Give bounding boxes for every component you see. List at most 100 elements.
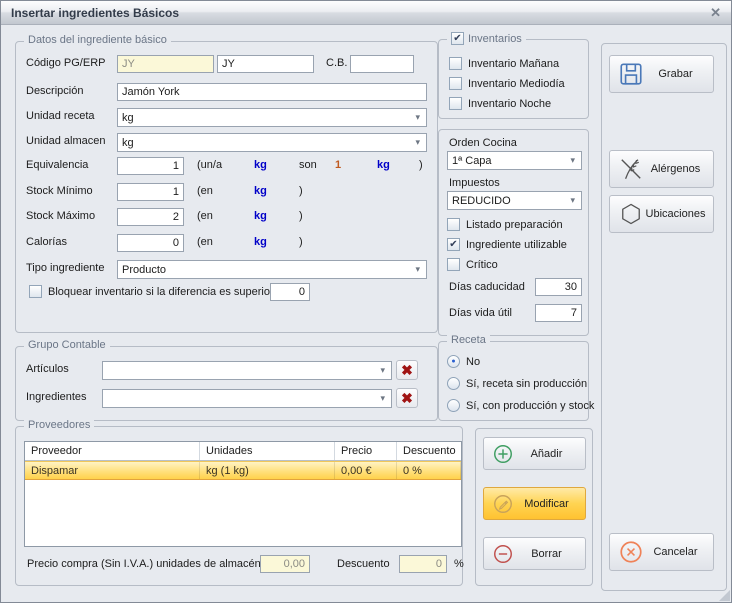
resize-grip[interactable] xyxy=(719,590,730,601)
group-inventarios: ✔ Inventarios Inventario Mañana Inventar… xyxy=(438,39,589,119)
articulos-clear-button[interactable]: ✖ xyxy=(396,360,418,380)
dias-vida-util-input[interactable]: 7 xyxy=(535,304,582,322)
ingredientes-select[interactable]: ▾ xyxy=(102,389,392,408)
tipo-ingrediente-select[interactable]: Producto ▾ xyxy=(117,260,427,279)
panel-proveedor-actions: Añadir Modificar Borrar xyxy=(475,428,593,586)
ingredientes-clear-button[interactable]: ✖ xyxy=(396,388,418,408)
stock-min-input[interactable]: 1 xyxy=(117,183,184,201)
group-contable-legend: Grupo Contable xyxy=(24,339,110,351)
unidad-receta-select[interactable]: kg ▾ xyxy=(117,108,427,127)
inventario-mediodia-label: Inventario Mediodía xyxy=(468,78,565,90)
articulos-select[interactable]: ▾ xyxy=(102,361,392,380)
red-x-icon: ✖ xyxy=(401,390,413,407)
dias-caducidad-input[interactable]: 30 xyxy=(535,278,582,296)
column-header-descuento[interactable]: Descuento xyxy=(397,442,461,460)
cancelar-button[interactable]: Cancelar xyxy=(609,533,714,571)
tipo-ingrediente-value: Producto xyxy=(122,264,415,276)
ingrediente-utilizable-checkbox[interactable]: ✔ xyxy=(447,238,460,251)
anadir-label: Añadir xyxy=(514,448,585,460)
descripcion-input[interactable]: Jamón York xyxy=(117,83,427,101)
bloquear-inventario-label: Bloquear inventario si la diferencia es … xyxy=(48,286,274,298)
column-header-unidades[interactable]: Unidades xyxy=(200,442,335,460)
ubicaciones-button[interactable]: Ubicaciones xyxy=(609,195,714,233)
inventario-noche-checkbox[interactable] xyxy=(449,97,462,110)
modificar-button[interactable]: Modificar xyxy=(483,487,586,520)
codigo-erp-input[interactable]: JY xyxy=(117,55,214,73)
column-header-proveedor[interactable]: Proveedor xyxy=(25,442,200,460)
proveedores-table[interactable]: Proveedor Unidades Precio Descuento Disp… xyxy=(24,441,462,547)
chevron-down-icon: ▾ xyxy=(380,365,387,376)
hexagon-icon xyxy=(618,201,644,227)
impuestos-label: Impuestos xyxy=(449,177,500,189)
ubicaciones-label: Ubicaciones xyxy=(644,208,713,220)
group-contable: Grupo Contable Artículos ▾ ✖ Ingrediente… xyxy=(15,346,438,421)
precio-compra-input[interactable]: 0,00 xyxy=(260,555,310,573)
group-receta: Receta ● No Sí, receta sin producción Sí… xyxy=(438,341,589,421)
cb-input[interactable] xyxy=(350,55,414,73)
listado-preparacion-label: Listado preparación xyxy=(466,219,563,231)
calorias-input[interactable]: 0 xyxy=(117,234,184,252)
grabar-label: Grabar xyxy=(644,68,713,80)
impuestos-select[interactable]: REDUCIDO ▾ xyxy=(447,191,582,210)
descripcion-label: Descripción xyxy=(26,85,83,97)
group-inventarios-legend: ✔ Inventarios xyxy=(447,32,526,45)
chevron-down-icon: ▾ xyxy=(380,393,387,404)
plus-circle-icon xyxy=(492,443,514,465)
save-floppy-icon xyxy=(618,61,644,87)
orden-cocina-label: Orden Cocina xyxy=(449,137,517,149)
stock-max-input[interactable]: 2 xyxy=(117,208,184,226)
orden-cocina-select[interactable]: 1ª Capa ▾ xyxy=(447,151,582,170)
equivalencia-input[interactable]: 1 xyxy=(117,157,184,175)
group-datos-legend: Datos del ingrediente básico xyxy=(24,34,171,46)
equivalencia-close-paren: ) xyxy=(419,159,423,171)
close-icon[interactable]: ✕ xyxy=(710,5,721,21)
cell-descuento: 0 % xyxy=(397,462,461,479)
tipo-ingrediente-label: Tipo ingrediente xyxy=(26,262,104,274)
cb-label: C.B. xyxy=(326,57,347,69)
unidad-receta-value: kg xyxy=(122,112,415,124)
unidad-receta-label: Unidad receta xyxy=(26,110,95,122)
column-header-precio[interactable]: Precio xyxy=(335,442,397,460)
receta-sin-produccion-label: Sí, receta sin producción xyxy=(466,378,587,390)
inventarios-legend-text: Inventarios xyxy=(468,33,522,45)
chevron-down-icon: ▾ xyxy=(415,112,422,123)
receta-no-radio[interactable]: ● xyxy=(447,355,460,368)
stock-max-open-paren: (en xyxy=(197,210,213,222)
stock-max-unit: kg xyxy=(254,210,267,222)
inventarios-checkbox[interactable]: ✔ xyxy=(451,32,464,45)
unidad-almacen-select[interactable]: kg ▾ xyxy=(117,133,427,152)
bloquear-diferencia-input[interactable]: 0 xyxy=(270,283,310,301)
group-proveedores-legend: Proveedores xyxy=(24,419,94,431)
borrar-button[interactable]: Borrar xyxy=(483,537,586,570)
group-cocina: Orden Cocina 1ª Capa ▾ Impuestos REDUCID… xyxy=(438,129,589,336)
bloquear-inventario-checkbox[interactable] xyxy=(29,285,42,298)
anadir-button[interactable]: Añadir xyxy=(483,437,586,470)
title-bar: Insertar ingredientes Básicos ✕ xyxy=(1,1,731,25)
critico-checkbox[interactable] xyxy=(447,258,460,271)
wheat-crossed-icon xyxy=(618,156,644,182)
listado-preparacion-checkbox[interactable] xyxy=(447,218,460,231)
orden-cocina-value: 1ª Capa xyxy=(452,155,570,167)
receta-con-produccion-radio[interactable] xyxy=(447,399,460,412)
chevron-down-icon: ▾ xyxy=(570,195,577,206)
inventario-manana-label: Inventario Mañana xyxy=(468,58,559,70)
chevron-down-icon: ▾ xyxy=(415,137,422,148)
minus-circle-icon xyxy=(492,543,514,565)
table-row[interactable]: Dispamar kg (1 kg) 0,00 € 0 % xyxy=(25,461,461,480)
descuento-input[interactable]: 0 xyxy=(399,555,447,573)
inventario-manana-checkbox[interactable] xyxy=(449,57,462,70)
alergenos-button[interactable]: Alérgenos xyxy=(609,150,714,188)
grabar-button[interactable]: Grabar xyxy=(609,55,714,93)
group-datos-ingrediente: Datos del ingrediente básico Código PG/E… xyxy=(15,41,438,333)
receta-con-produccion-label: Sí, con producción y stock xyxy=(466,400,594,412)
cell-unidades: kg (1 kg) xyxy=(200,462,335,479)
stock-min-label: Stock Mínimo xyxy=(26,185,93,197)
pencil-circle-icon xyxy=(492,493,514,515)
receta-sin-produccion-radio[interactable] xyxy=(447,377,460,390)
codigo-pg-input[interactable]: JY xyxy=(217,55,314,73)
equivalencia-unit1: kg xyxy=(254,159,267,171)
ingredientes-label: Ingredientes xyxy=(26,391,87,403)
table-header-row: Proveedor Unidades Precio Descuento xyxy=(25,442,461,461)
inventario-mediodia-checkbox[interactable] xyxy=(449,77,462,90)
descuento-label: Descuento xyxy=(337,558,390,570)
